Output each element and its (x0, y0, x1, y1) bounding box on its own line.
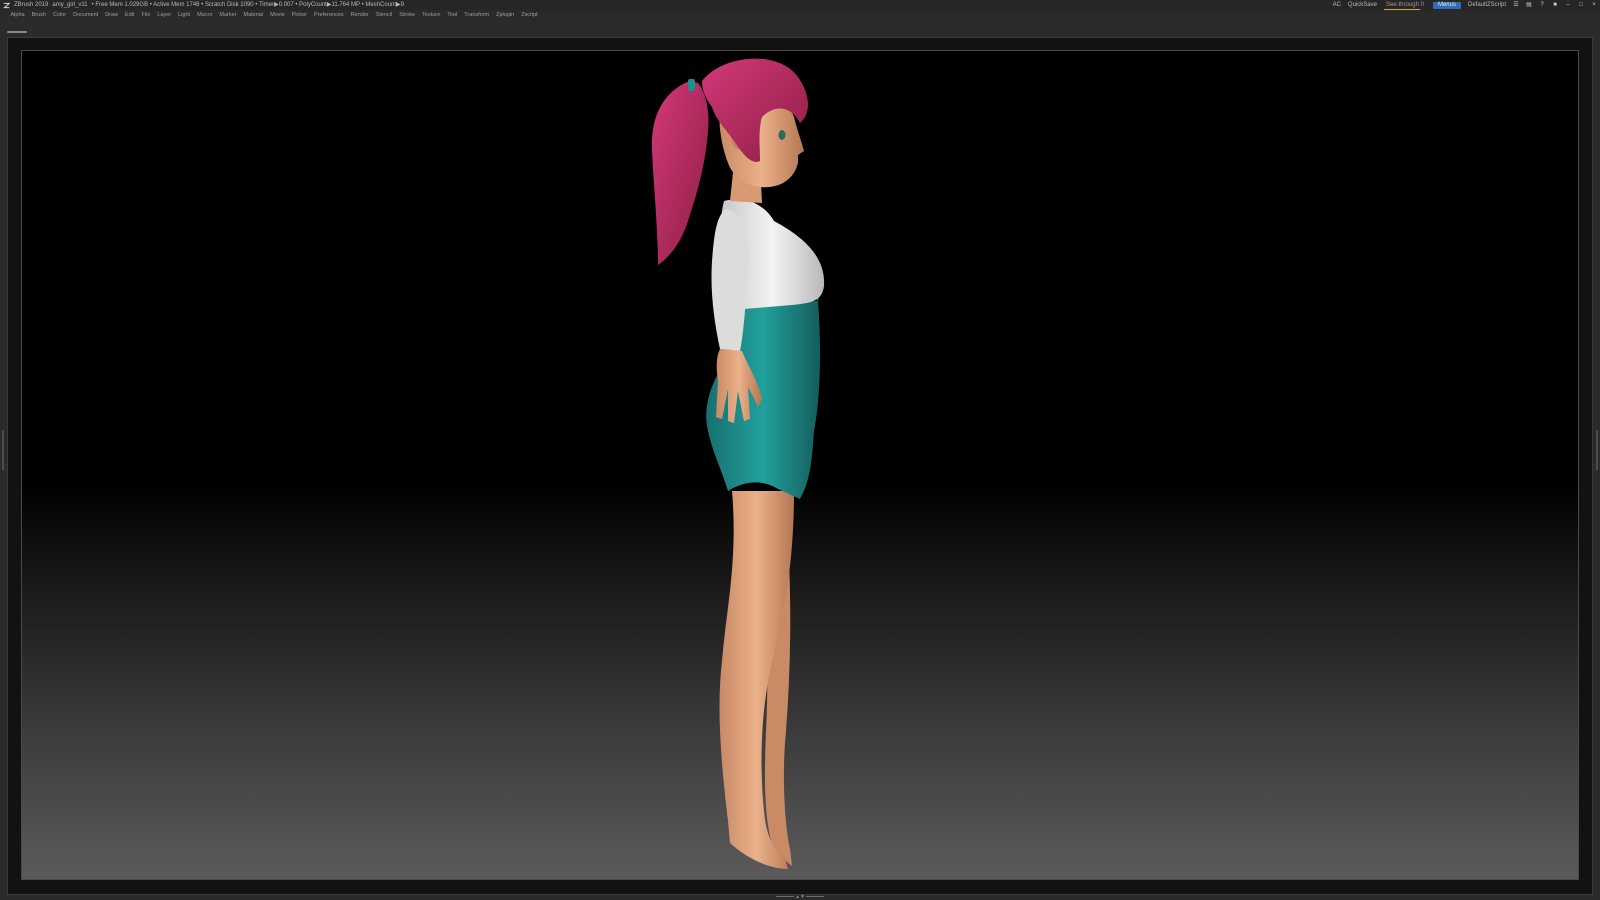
menu-list: Alpha Brush Color Document Draw Edit File Layer… (0, 10, 1600, 21)
bottom-handle-left-bar (775, 896, 794, 898)
help-icon[interactable]: ? (1539, 0, 1545, 10)
menu-item-macro[interactable]: Macro (194, 10, 216, 21)
menu-item-marker[interactable]: Marker (216, 10, 240, 21)
menu-item-picker[interactable]: Picker (288, 10, 310, 21)
menu-item-document[interactable]: Document (70, 10, 102, 21)
ponytail (651, 81, 709, 265)
character-model[interactable] (22, 51, 1578, 879)
menu-item-zplugin[interactable]: Zplugin (493, 10, 518, 21)
menu-item-color[interactable]: Color (49, 10, 69, 21)
menu-item-stencil[interactable]: Stencil (372, 10, 396, 21)
viewport-3d[interactable] (21, 50, 1579, 880)
script-icon[interactable]: ▤ (1526, 0, 1532, 10)
title-bar: ZBrush 2019 amy_girl_v11 • Free Mem 1.02… (0, 0, 1600, 10)
lock-icon[interactable]: ■ (1552, 0, 1558, 10)
menu-item-transform[interactable]: Transform (461, 10, 493, 21)
document-name: amy_girl_v11 (52, 2, 88, 8)
app-name: ZBrush 2019 (14, 2, 49, 8)
menu-item-brush[interactable]: Brush (28, 10, 49, 21)
eye (778, 130, 786, 140)
see-through-slider[interactable]: See-through 0 (1383, 0, 1426, 10)
close-icon[interactable]: × (1591, 0, 1597, 10)
menu-item-render[interactable]: Render (347, 10, 372, 21)
menu-item-draw[interactable]: Draw (102, 10, 122, 21)
restore-icon[interactable]: □ (1578, 0, 1584, 10)
menu-item-file[interactable]: File (138, 10, 154, 21)
tool-shelf (0, 21, 1600, 37)
menu-item-edit[interactable]: Edit (122, 10, 138, 21)
menu-item-tool[interactable]: Tool (444, 10, 461, 21)
bottom-handle-right-bar (806, 896, 825, 898)
quicksave-button[interactable]: QuickSave (1348, 0, 1377, 10)
menu-item-texture[interactable]: Texture (419, 10, 444, 21)
minimize-icon[interactable]: – (1565, 0, 1571, 10)
shirt-sleeve (711, 209, 749, 351)
menu-item-material[interactable]: Material (240, 10, 267, 21)
menu-item-light[interactable]: Light (175, 10, 194, 21)
right-tray-handle[interactable] (1596, 430, 1598, 470)
hair-tie (688, 79, 695, 91)
menu-item-layer[interactable]: Layer (154, 10, 175, 21)
left-tray-handle[interactable] (2, 430, 4, 470)
main-menu-bar: Alpha Brush Color Document Draw Edit File Layer… (0, 10, 1600, 21)
default-zscript-button[interactable]: DefaultZScript (1468, 0, 1506, 10)
menus-button[interactable]: Menus (1432, 1, 1461, 9)
menu-item-zscript[interactable]: Zscript (518, 10, 542, 21)
bottom-tray-handle[interactable]: ▲▼ (774, 895, 826, 900)
memory-stats: • Free Mem 1.029GB • Active Mem 1748 • S… (91, 2, 404, 8)
menu-item-preferences[interactable]: Preferences (311, 10, 348, 21)
shelf-tab-indicator[interactable] (7, 31, 27, 33)
menu-item-movie[interactable]: Movie (267, 10, 289, 21)
menu-item-stroke[interactable]: Stroke (396, 10, 419, 21)
lightbox-icon[interactable]: ☰ (1513, 0, 1519, 10)
menu-item-alpha[interactable]: Alpha (7, 10, 28, 21)
ac-toggle[interactable]: AC (1333, 0, 1341, 10)
zbrush-logo-icon[interactable] (3, 2, 10, 9)
see-through-label: See-through 0 (1385, 2, 1424, 8)
